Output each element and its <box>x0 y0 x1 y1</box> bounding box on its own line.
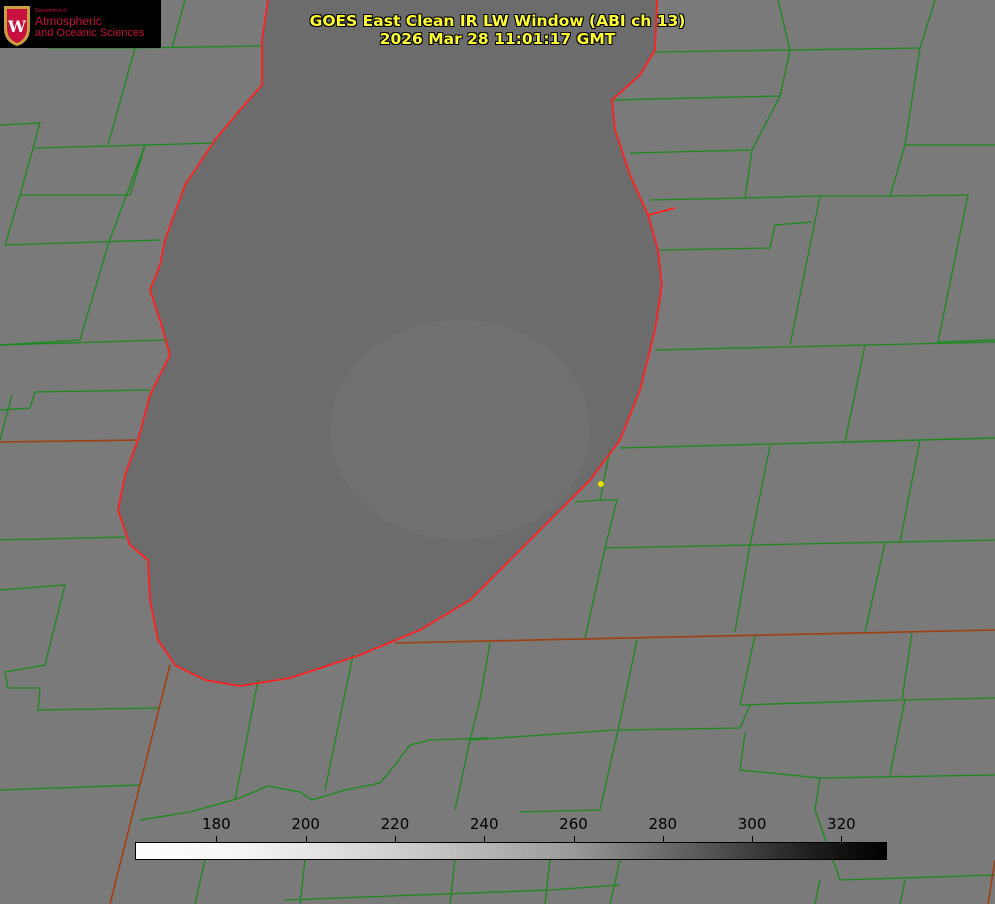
title-product: GOES East Clean IR LW Window (ABI ch 13) <box>309 12 686 30</box>
colorbar-tick-label: 180 <box>202 815 231 833</box>
colorbar-tick-label: 260 <box>559 815 588 833</box>
title-timestamp: 2026 Mar 28 11:01:17 GMT <box>379 30 616 48</box>
colorbar-tick-label: 320 <box>827 815 856 833</box>
colorbar-tick-label: 280 <box>648 815 678 833</box>
ir-satellite-map <box>0 0 995 904</box>
satellite-image-viewer: W Department of Atmospheric and Oceanic … <box>0 0 995 904</box>
cloud-patch <box>330 320 590 540</box>
colorbar-tick-mark <box>305 836 307 842</box>
location-marker <box>598 481 604 487</box>
colorbar-tick-label: 200 <box>291 815 320 833</box>
colorbar-tick-mark <box>662 836 664 842</box>
colorbar-tick-mark <box>841 836 843 842</box>
colorbar-tick-mark <box>216 836 218 842</box>
colorbar-tick-mark <box>484 836 486 842</box>
colorbar-tick-mark <box>394 836 396 842</box>
colorbar <box>135 842 887 860</box>
colorbar-tick-label: 300 <box>737 815 767 833</box>
colorbar-tick-mark <box>573 836 575 842</box>
colorbar-tick-label: 240 <box>469 815 499 833</box>
colorbar-tick-label: 220 <box>380 815 410 833</box>
image-title: GOES East Clean IR LW Window (ABI ch 13)… <box>0 12 995 48</box>
colorbar-tick-mark <box>752 836 754 842</box>
